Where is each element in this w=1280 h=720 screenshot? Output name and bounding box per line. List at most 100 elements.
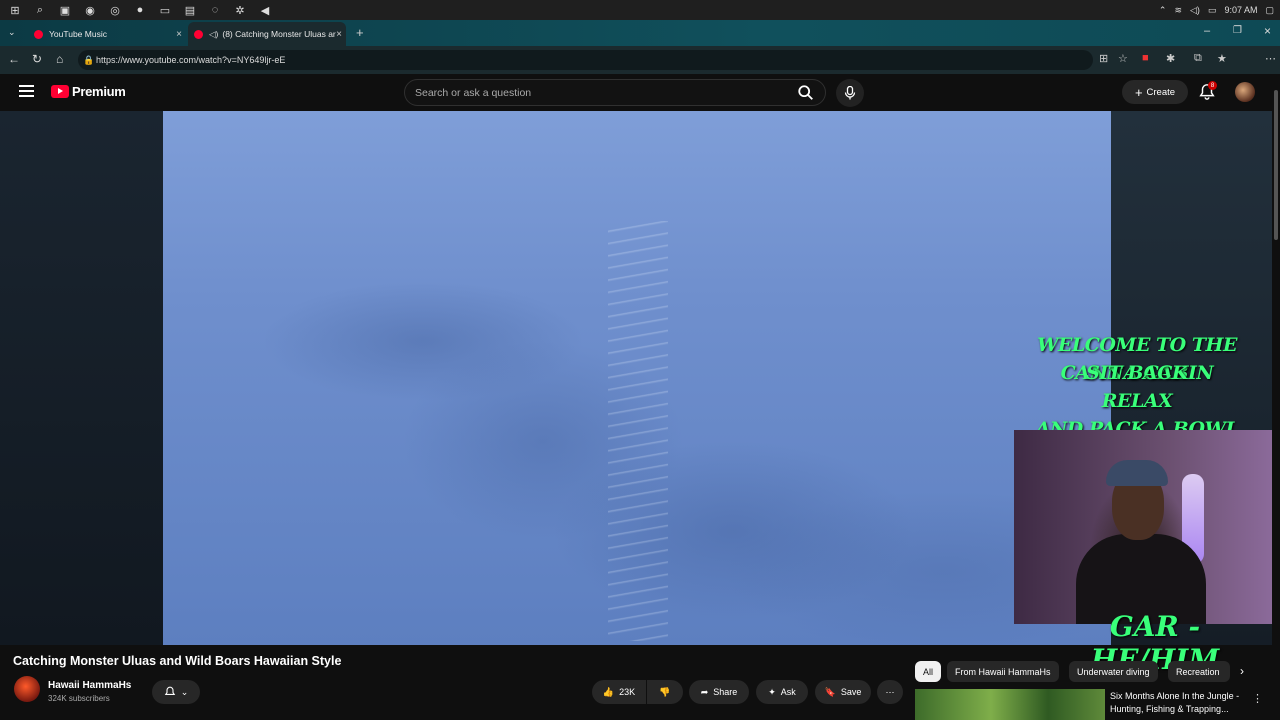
battery-icon[interactable]: ▭ <box>1208 5 1217 16</box>
create-label: Create <box>1146 86 1176 98</box>
chrome-icon[interactable]: ◎ <box>105 0 125 20</box>
video-frame-underwater[interactable] <box>163 111 1111 645</box>
wifi-icon[interactable]: ≋ <box>1174 5 1182 16</box>
lock-icon: 🔒 <box>83 54 95 65</box>
scrollbar-thumb[interactable] <box>1274 90 1278 240</box>
thumbs-down-icon: 👎 <box>659 686 671 697</box>
favorite-star-icon[interactable]: ☆ <box>1118 52 1128 65</box>
speaker-app-icon[interactable]: ◀ <box>255 0 275 20</box>
bell-icon <box>164 686 175 695</box>
refresh-icon[interactable]: ↻ <box>32 52 42 66</box>
url-text: https://www.youtube.com/watch?v=NY649ljr… <box>96 55 286 65</box>
address-bar[interactable]: 🔒 https://www.youtube.com/watch?v=NY649l… <box>78 50 1093 70</box>
chevron-down-icon: ⌄ <box>180 686 189 697</box>
chip-underwater-diving[interactable]: Underwater diving <box>1069 661 1158 682</box>
settings-icon[interactable]: ✲ <box>230 0 250 20</box>
page-scrollbar[interactable] <box>1272 74 1280 720</box>
split-screen-icon[interactable]: ⧉ <box>1194 52 1202 65</box>
minimize-icon[interactable]: – <box>1204 25 1210 37</box>
channel-name[interactable]: Hawaii HammaHs <box>48 680 131 691</box>
discord-icon[interactable]: ● <box>130 0 150 20</box>
chevron-up-icon[interactable]: ⌃ <box>1159 5 1167 16</box>
youtube-favicon-icon <box>194 29 203 39</box>
tab-label: (8) Catching Monster Uluas ar <box>222 29 336 39</box>
speaker-icon[interactable]: ◁) <box>209 29 218 40</box>
hamburger-menu-icon[interactable] <box>19 85 34 97</box>
like-button[interactable]: 👍 23K <box>592 680 646 704</box>
notification-badge: 8 <box>1208 81 1217 90</box>
video-title: Catching Monster Uluas and Wild Boars Ha… <box>13 654 342 668</box>
app-available-icon[interactable]: ⊞ <box>1099 52 1108 65</box>
search-input[interactable]: Search or ask a question <box>404 79 826 106</box>
task-view-icon[interactable]: ▣ <box>55 0 75 20</box>
extension-icon[interactable]: ■ <box>1142 52 1149 64</box>
share-label: Share <box>713 687 738 697</box>
new-tab-icon[interactable]: + <box>356 25 364 40</box>
ask-button[interactable]: ✦ Ask <box>756 680 808 704</box>
taskbar-clock[interactable]: 9:07 AM <box>1224 5 1257 15</box>
close-icon[interactable]: × <box>336 29 342 40</box>
edge-browser-icon[interactable]: ◉ <box>80 0 100 20</box>
plus-icon: + <box>1134 84 1143 100</box>
chevron-right-icon[interactable]: › <box>1240 664 1244 678</box>
logo-text: Premium <box>72 84 126 99</box>
bookmark-icon: 🔖 <box>824 686 836 697</box>
save-button[interactable]: 🔖 Save <box>815 680 871 704</box>
ask-label: Ask <box>780 687 796 697</box>
youtube-premium-logo[interactable]: Premium <box>51 84 126 99</box>
share-icon: ➦ <box>700 686 709 697</box>
more-actions-button[interactable]: ⋯ <box>877 680 903 704</box>
more-horizontal-icon: ⋯ <box>885 686 895 697</box>
channel-avatar[interactable] <box>14 676 40 702</box>
notification-center-icon[interactable]: ▢ <box>1265 5 1274 16</box>
back-icon[interactable]: ← <box>8 52 20 66</box>
file-explorer-icon[interactable]: ▭ <box>155 0 175 20</box>
tab-actions-chevron-icon[interactable]: ⌄ <box>8 27 16 38</box>
subscription-bell-button[interactable]: ⌄ <box>152 680 200 704</box>
youtube-music-favicon-icon <box>34 29 43 39</box>
window-close-icon[interactable]: × <box>1264 24 1271 38</box>
like-count: 23K <box>619 687 636 697</box>
bubble-trail <box>608 221 668 641</box>
microphone-icon <box>844 86 856 100</box>
recommendation-title[interactable]: Six Months Alone In the Jungle - Hunting… <box>1110 690 1250 716</box>
sparkle-icon: ✦ <box>768 686 776 697</box>
favorites-icon[interactable]: ★ <box>1217 52 1227 65</box>
share-button[interactable]: ➦ Share <box>689 680 749 704</box>
windows-start-icon[interactable]: ⊞ <box>5 0 25 20</box>
tab-label: YouTube Music <box>49 29 107 39</box>
restore-icon[interactable]: ❐ <box>1233 25 1242 36</box>
search-icon[interactable] <box>797 84 815 102</box>
save-label: Save <box>840 687 862 697</box>
youtube-play-icon <box>51 85 69 98</box>
more-menu-icon[interactable]: ⋯ <box>1265 52 1276 65</box>
subscriber-count: 324K subscribers <box>48 694 110 703</box>
create-button[interactable]: + Create <box>1122 80 1188 104</box>
more-vertical-icon[interactable]: ⋮ <box>1252 692 1263 705</box>
browser-toolbar: ← ↻ ⌂ 🔒 https://www.youtube.com/watch?v=… <box>0 46 1280 112</box>
close-icon[interactable]: × <box>176 29 182 40</box>
app-icon[interactable]: ▤ <box>180 0 200 20</box>
search-placeholder: Search or ask a question <box>415 86 532 99</box>
tab-youtube-video[interactable]: ◁) (8) Catching Monster Uluas ar × <box>188 22 346 46</box>
account-avatar[interactable] <box>1235 82 1255 102</box>
search-icon[interactable]: ⌕ <box>30 0 50 20</box>
home-icon[interactable]: ⌂ <box>56 52 63 66</box>
browser-tab-strip: ⌄ YouTube Music × ◁) (8) Catching Monste… <box>0 20 1280 46</box>
streamer-hat <box>1106 460 1168 486</box>
dislike-button[interactable]: 👎 <box>647 680 683 704</box>
chip-all[interactable]: All <box>915 661 942 682</box>
os-taskbar: ⊞ ⌕ ▣ ◉ ◎ ● ▭ ▤ ◌ ✲ ◀ ⌃ ≋ ◁) ▭ 9:07 AM ▢ <box>0 0 1280 20</box>
chip-from-channel[interactable]: From Hawaii HammaHs <box>947 661 1059 682</box>
player-ambient-left <box>0 111 163 645</box>
volume-icon[interactable]: ◁) <box>1190 5 1200 16</box>
overlay-line: SIT BACK <box>1086 362 1188 384</box>
tab-youtube-music[interactable]: YouTube Music × <box>28 22 186 46</box>
streamer-webcam <box>1014 430 1272 624</box>
voice-search-button[interactable] <box>836 79 864 107</box>
overlay-line: RELAX <box>1101 390 1173 412</box>
extension-puzzle-icon[interactable]: ✱ <box>1166 52 1175 65</box>
clock-app-icon[interactable]: ◌ <box>205 0 225 20</box>
chip-recreation[interactable]: Recreation <box>1168 661 1230 682</box>
recommendation-thumbnail[interactable] <box>915 689 1105 720</box>
